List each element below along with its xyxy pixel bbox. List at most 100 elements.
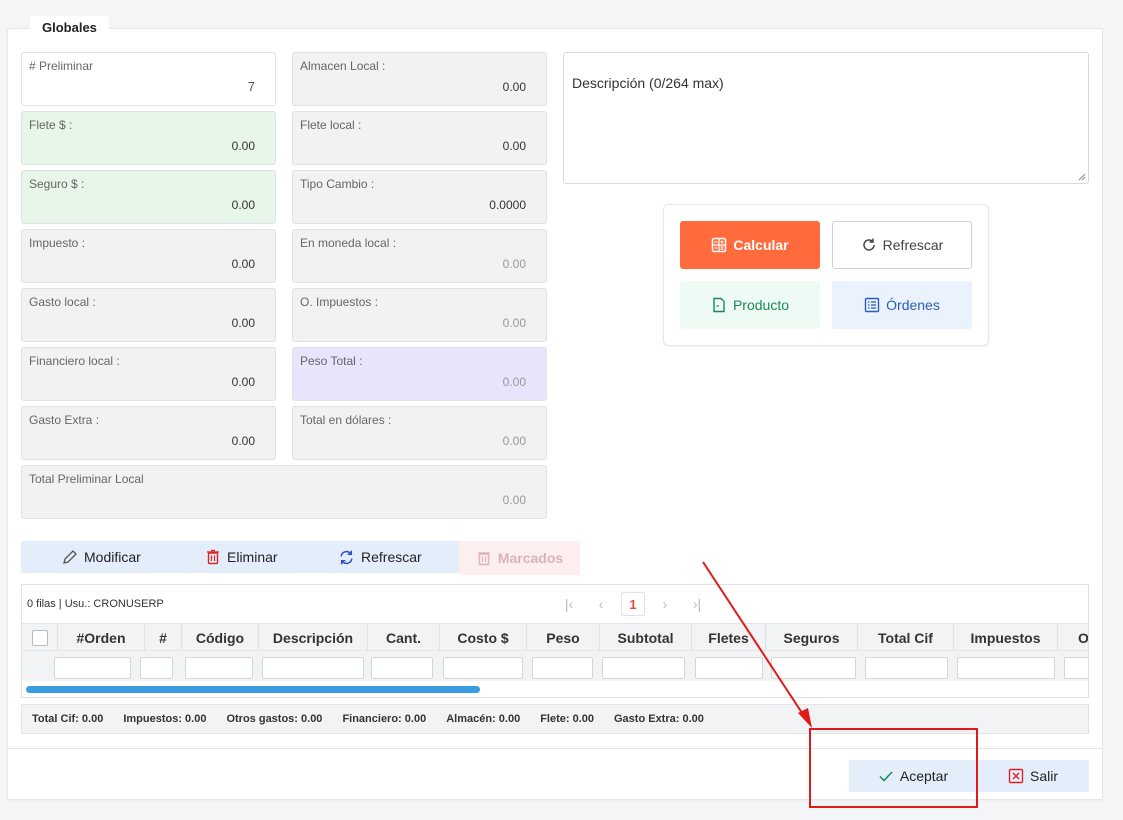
almacen-local-field: Almacen Local : 0.00 xyxy=(292,52,547,106)
annotation-highlight-box xyxy=(809,728,978,808)
first-page-icon[interactable]: |‹ xyxy=(557,592,581,616)
ordenes-label: Órdenes xyxy=(886,297,940,313)
field-label: En moneda local : xyxy=(300,236,397,250)
tipo-cambio-field: Tipo Cambio : 0.0000 xyxy=(292,170,547,224)
field-label: Almacen Local : xyxy=(300,59,386,73)
filter-descripcion-input[interactable] xyxy=(262,657,364,679)
grid-filter-row xyxy=(22,651,1088,681)
field-value: 0.0000 xyxy=(489,198,526,212)
col-impuestos[interactable]: Impuestos xyxy=(954,624,1058,652)
grid-info: 0 filas | Usu.: CRONUSERP xyxy=(27,598,164,610)
col-num[interactable]: # xyxy=(145,624,182,652)
prev-page-icon[interactable]: ‹ xyxy=(589,592,613,616)
flete-usd-field[interactable]: Flete $ : 0.00 xyxy=(21,111,276,165)
select-all-cell xyxy=(22,624,58,652)
pager: |‹ ‹ 1 › ›| xyxy=(557,592,709,616)
col-descripcion[interactable]: Descripción xyxy=(259,624,368,652)
next-page-icon[interactable]: › xyxy=(653,592,677,616)
data-grid: 0 filas | Usu.: CRONUSERP |‹ ‹ 1 › ›| #O… xyxy=(21,584,1089,698)
field-value: 0.00 xyxy=(231,375,255,389)
refrescar-button[interactable]: Refrescar xyxy=(832,221,972,269)
field-label: Impuesto : xyxy=(29,236,86,250)
filter-codigo-input[interactable] xyxy=(185,657,253,679)
total-financiero: Financiero: 0.00 xyxy=(342,713,427,725)
gasto-local-field: Gasto local : 0.00 xyxy=(21,288,276,342)
filter-num-input[interactable] xyxy=(140,657,173,679)
col-costo[interactable]: Costo $ xyxy=(440,624,527,652)
field-value: 0.00 xyxy=(231,434,255,448)
refrescar-grid-button[interactable]: Refrescar xyxy=(338,541,422,573)
filter-orden-input[interactable] xyxy=(54,657,131,679)
horizontal-scrollbar[interactable] xyxy=(26,686,480,693)
field-value: 0.00 xyxy=(502,493,526,507)
col-subtotal[interactable]: Subtotal xyxy=(600,624,692,652)
field-value: 7 xyxy=(247,79,255,94)
filter-subtotal-input[interactable] xyxy=(602,657,685,679)
total-otros-gastos: Otros gastos: 0.00 xyxy=(226,713,323,725)
field-label: # Preliminar xyxy=(29,59,94,73)
description-label: Descripción (0/264 max) xyxy=(572,75,724,91)
col-codigo[interactable]: Código xyxy=(182,624,259,652)
field-value: 0.00 xyxy=(502,375,526,389)
calcular-label: Calcular xyxy=(733,237,789,253)
field-value: 0.00 xyxy=(502,80,526,94)
field-label: Seguro $ : xyxy=(29,177,85,191)
calculator-icon xyxy=(712,237,727,253)
financiero-local-field: Financiero local : 0.00 xyxy=(21,347,276,401)
modificar-button[interactable]: Modificar xyxy=(62,541,141,573)
sync-icon xyxy=(340,550,353,564)
field-label: Gasto local : xyxy=(29,295,96,309)
filter-seguros-input[interactable] xyxy=(771,657,856,679)
last-page-icon[interactable]: ›| xyxy=(685,592,709,616)
total-gasto-extra: Gasto Extra: 0.00 xyxy=(614,713,704,725)
select-all-checkbox[interactable] xyxy=(32,630,48,646)
seguro-usd-field[interactable]: Seguro $ : 0.00 xyxy=(21,170,276,224)
field-value: 0.00 xyxy=(502,316,526,330)
tab-globales[interactable]: Globales xyxy=(30,16,109,40)
calcular-button[interactable]: Calcular xyxy=(680,221,820,269)
field-value: 0.00 xyxy=(231,139,255,153)
salir-button[interactable]: Salir xyxy=(977,760,1089,792)
filter-otros-input[interactable] xyxy=(1064,657,1088,679)
total-impuestos: Impuestos: 0.00 xyxy=(123,713,207,725)
field-label: O. Impuestos : xyxy=(300,295,379,309)
col-total-cif[interactable]: Total Cif xyxy=(858,624,954,652)
eliminar-button[interactable]: Eliminar xyxy=(205,541,278,573)
otros-impuestos-field: O. Impuestos : 0.00 xyxy=(292,288,547,342)
filter-costo-input[interactable] xyxy=(443,657,523,679)
file-icon xyxy=(713,297,725,313)
filter-total-cif-input[interactable] xyxy=(865,657,948,679)
producto-label: Producto xyxy=(732,297,790,313)
col-orden[interactable]: #Orden xyxy=(58,624,145,652)
field-label: Flete $ : xyxy=(29,118,73,132)
field-value: 0.00 xyxy=(231,257,255,271)
current-page[interactable]: 1 xyxy=(621,592,645,616)
list-icon xyxy=(864,297,880,313)
marcados-label: Marcados xyxy=(497,550,564,566)
field-value: 0.00 xyxy=(231,198,255,212)
refresh-icon xyxy=(862,238,875,251)
filter-fletes-input[interactable] xyxy=(695,657,763,679)
total-almacen: Almacén: 0.00 xyxy=(446,713,521,725)
col-peso[interactable]: Peso xyxy=(527,624,600,652)
resize-grip-icon[interactable] xyxy=(1078,173,1086,181)
field-label: Gasto Extra : xyxy=(29,413,100,427)
col-otros[interactable]: O xyxy=(1058,624,1088,652)
ordenes-button[interactable]: Órdenes xyxy=(832,281,972,329)
producto-button[interactable]: Producto xyxy=(680,281,820,329)
trash-icon xyxy=(207,549,219,565)
field-label: Total Preliminar Local xyxy=(29,472,144,486)
filter-peso-input[interactable] xyxy=(532,657,593,679)
col-cant[interactable]: Cant. xyxy=(368,624,440,652)
marcados-button[interactable]: Marcados xyxy=(459,541,580,575)
preliminar-field[interactable]: # Preliminar 7 xyxy=(21,52,276,106)
filter-impuestos-input[interactable] xyxy=(957,657,1055,679)
col-fletes[interactable]: Fletes xyxy=(692,624,766,652)
field-label: Flete local : xyxy=(300,118,362,132)
filter-cant-input[interactable] xyxy=(371,657,433,679)
total-flete: Flete: 0.00 xyxy=(540,713,594,725)
field-value: 0.00 xyxy=(231,316,255,330)
field-value: 0.00 xyxy=(502,139,526,153)
col-seguros[interactable]: Seguros xyxy=(766,624,858,652)
description-textarea[interactable]: Descripción (0/264 max) xyxy=(563,52,1089,184)
